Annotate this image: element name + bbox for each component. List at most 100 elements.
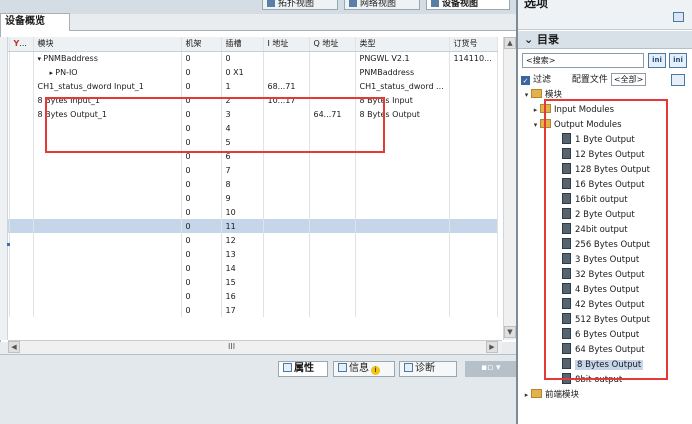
cell-order-number[interactable] (449, 261, 498, 275)
cell-module[interactable]: ▾ PNMBaddress (33, 51, 182, 65)
table-row[interactable]: 0 16 (1, 289, 498, 303)
cell-rack[interactable]: 0 (181, 219, 222, 233)
scroll-down-icon[interactable]: ▼ (504, 326, 516, 338)
cell-order-number[interactable] (449, 191, 498, 205)
col-type[interactable]: 类型 (355, 37, 450, 52)
cell-i-address[interactable] (263, 275, 310, 289)
cell-rack[interactable]: 0 (181, 65, 222, 79)
cell-order-number[interactable] (449, 65, 498, 79)
cell-q-address[interactable] (309, 191, 356, 205)
table-row[interactable]: 09 (1, 191, 498, 205)
table-row[interactable]: CH1_status_dword Input_1 0 1 68...71 CH1_sta… (1, 79, 498, 93)
cell-rack[interactable]: 0 (181, 51, 222, 65)
cell-slot[interactable]: 9 (221, 191, 264, 205)
cell-order-number[interactable] (449, 275, 498, 289)
cell-q-address[interactable] (309, 205, 356, 219)
col-i-address[interactable]: I 地址 (263, 37, 310, 52)
cell-order-number[interactable] (449, 121, 498, 135)
catalog-header[interactable]: ⌄ 目录 (518, 31, 692, 49)
cell-module[interactable] (33, 205, 182, 219)
col-order-number[interactable]: 订货号 (449, 37, 498, 52)
cell-rack[interactable]: 0 (181, 233, 222, 247)
cell-q-address[interactable] (309, 275, 356, 289)
cell-type[interactable] (355, 219, 450, 233)
table-row[interactable]: 08 (1, 177, 498, 191)
table-row[interactable]: 0 12 (1, 233, 498, 247)
catalog-info-icon[interactable] (671, 74, 685, 86)
cell-type[interactable]: PNGWL V2.1 (355, 51, 450, 65)
tab-network-view[interactable]: 网络视图 (344, 0, 420, 10)
cell-i-address[interactable] (263, 177, 310, 191)
horizontal-scrollbar[interactable]: ◀ III ▶ (8, 340, 502, 354)
col-rack[interactable]: 机架 (181, 37, 222, 52)
cell-slot[interactable]: 14 (221, 261, 264, 275)
panel-menu-icon[interactable]: ▪▫ ▾ (481, 363, 501, 373)
table-row[interactable]: 0 10 (1, 205, 498, 219)
cell-module[interactable] (33, 219, 182, 233)
cell-type[interactable] (355, 303, 450, 317)
cell-slot[interactable]: 12 (221, 233, 264, 247)
cell-order-number[interactable] (449, 135, 498, 149)
cell-type[interactable] (355, 275, 450, 289)
panel-controls[interactable]: ▪▫ ▾ (465, 361, 516, 377)
cell-slot[interactable]: 17 (221, 303, 264, 317)
cell-i-address[interactable] (263, 247, 310, 261)
table-row[interactable]: 07 (1, 163, 498, 177)
cell-type[interactable] (355, 247, 450, 261)
cell-module[interactable] (33, 275, 182, 289)
cell-order-number[interactable] (449, 205, 498, 219)
cell-slot[interactable]: 10 (221, 205, 264, 219)
hscroll-thumb[interactable]: III (228, 342, 235, 351)
cell-rack[interactable]: 0 (181, 303, 222, 317)
cell-q-address[interactable] (309, 289, 356, 303)
cell-module[interactable] (33, 303, 182, 317)
cell-i-address[interactable] (263, 65, 310, 79)
cell-i-address[interactable] (263, 289, 310, 303)
cell-q-address[interactable] (309, 219, 356, 233)
col-slot[interactable]: 插槽 (221, 37, 264, 52)
cell-q-address[interactable] (309, 79, 356, 93)
cell-rack[interactable]: 0 (181, 247, 222, 261)
scroll-up-icon[interactable]: ▲ (504, 37, 516, 49)
cell-module[interactable] (33, 177, 182, 191)
table-row[interactable]: 0 14 (1, 261, 498, 275)
cell-i-address[interactable] (263, 233, 310, 247)
cell-order-number[interactable]: 114110... (449, 51, 498, 65)
cell-slot[interactable]: 1 (221, 79, 264, 93)
cell-q-address[interactable] (309, 65, 356, 79)
cell-i-address[interactable] (263, 261, 310, 275)
search-down-button[interactable]: ini (648, 53, 666, 68)
tab-diagnostics[interactable]: 诊断 (399, 361, 457, 377)
cell-rack[interactable]: 0 (181, 191, 222, 205)
cell-q-address[interactable] (309, 233, 356, 247)
cell-order-number[interactable] (449, 79, 498, 93)
cell-rack[interactable]: 0 (181, 289, 222, 303)
cell-slot[interactable]: 15 (221, 275, 264, 289)
cell-slot[interactable]: 8 (221, 177, 264, 191)
tree-node-front-modules[interactable]: ▸ 前端模块 (522, 388, 690, 403)
cell-module[interactable] (33, 261, 182, 275)
table-row[interactable]: 0 11 (1, 219, 498, 233)
cell-q-address[interactable] (309, 303, 356, 317)
search-up-button[interactable]: ini (669, 53, 687, 68)
cell-order-number[interactable] (449, 177, 498, 191)
cell-i-address[interactable] (263, 163, 310, 177)
cell-rack[interactable]: 0 (181, 163, 222, 177)
panel-layout-icon[interactable] (673, 12, 684, 22)
scroll-right-icon[interactable]: ▶ (486, 341, 498, 353)
table-row[interactable]: ▸ PN-IO 0 0 X1 PNMBaddress (1, 65, 498, 79)
cell-q-address[interactable] (309, 163, 356, 177)
cell-order-number[interactable] (449, 289, 498, 303)
cell-type[interactable] (355, 261, 450, 275)
col-module[interactable]: 模块 (33, 37, 182, 52)
cell-rack[interactable]: 0 (181, 275, 222, 289)
cell-order-number[interactable] (449, 163, 498, 177)
cell-slot[interactable]: 11 (221, 219, 264, 233)
tab-device-view[interactable]: 设备视图 (426, 0, 510, 10)
vertical-scrollbar[interactable]: ▲ ▼ (503, 37, 516, 340)
cell-i-address[interactable] (263, 191, 310, 205)
cell-order-number[interactable] (449, 149, 498, 163)
cell-module[interactable] (33, 233, 182, 247)
cell-type[interactable]: PNMBaddress (355, 65, 450, 79)
tab-properties[interactable]: 属性 (278, 361, 328, 377)
